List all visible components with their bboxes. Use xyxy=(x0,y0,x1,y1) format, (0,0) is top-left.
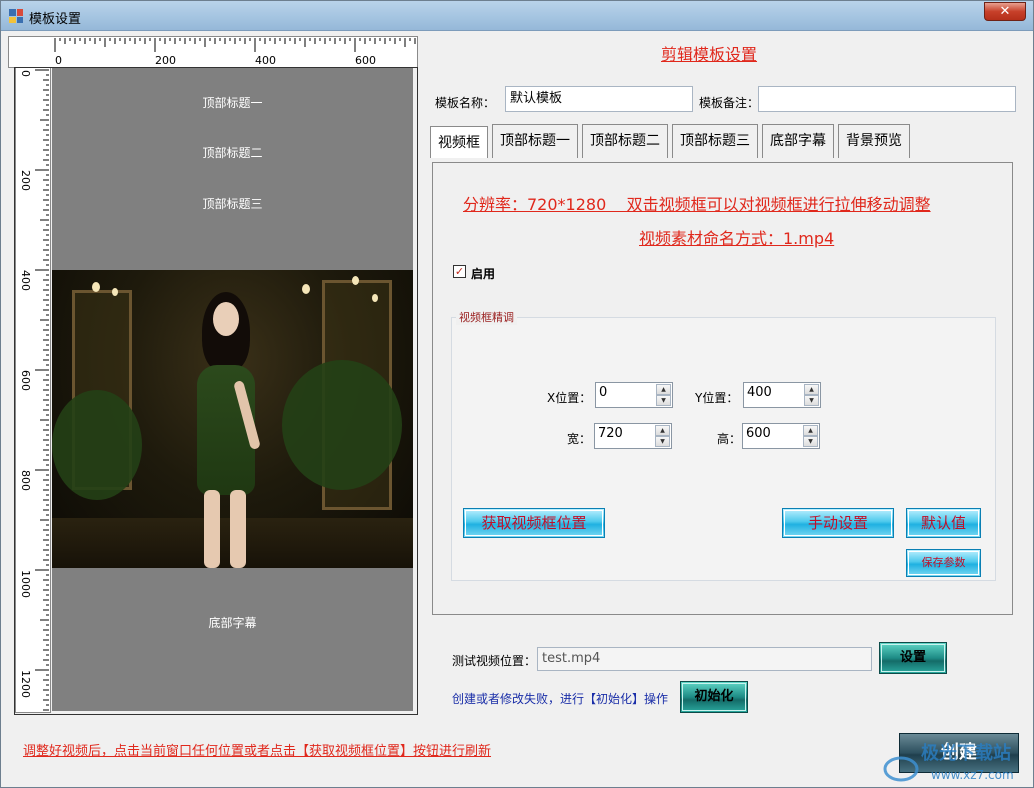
initialize-button[interactable]: 初始化 xyxy=(680,681,748,713)
video-scene-light xyxy=(92,282,100,292)
resolution-info: 分辨率：720*1280 双击视频框可以对视频框进行拉伸移动调整 xyxy=(463,195,931,214)
template-name-label: 模板名称： xyxy=(435,96,496,110)
x-position-value[interactable]: 0 xyxy=(599,385,607,400)
video-scene-light xyxy=(372,294,378,302)
tab-top-title-2[interactable]: 顶部标题二 xyxy=(582,124,668,158)
h-ruler-label-200: 200 xyxy=(155,54,176,67)
enable-checkbox[interactable]: ✓ xyxy=(453,265,466,278)
app-icon xyxy=(9,9,23,23)
get-video-frame-position-button[interactable]: 获取视频框位置 xyxy=(463,508,605,538)
test-video-path-label: 测试视频位置： xyxy=(452,654,537,668)
h-ruler-label-0: 0 xyxy=(55,54,62,67)
width-stepper[interactable]: 720 ▲ ▼ xyxy=(594,423,672,449)
video-scene-person-leg xyxy=(230,490,246,568)
horizontal-ruler-ticks: 0 200 400 600 xyxy=(54,38,416,67)
height-stepper[interactable]: 600 ▲ ▼ xyxy=(742,423,820,449)
set-test-video-button[interactable]: 设置 xyxy=(879,642,947,674)
width-label: 宽： xyxy=(567,432,592,446)
horizontal-ruler: 0 200 400 600 xyxy=(8,36,418,68)
video-scene-light xyxy=(112,288,118,296)
width-value[interactable]: 720 xyxy=(598,426,623,441)
x-position-label: X位置： xyxy=(547,391,592,405)
close-button[interactable]: ✕ xyxy=(984,2,1026,21)
y-position-label: Y位置： xyxy=(695,391,739,405)
title-bar[interactable]: 模板设置 ✕ xyxy=(1,1,1033,31)
test-video-path-input[interactable]: test.mp4 xyxy=(537,647,872,671)
tab-top-title-1[interactable]: 顶部标题一 xyxy=(492,124,578,158)
video-scene-person-face xyxy=(213,302,239,336)
height-label: 高： xyxy=(717,432,742,446)
template-preview-canvas[interactable]: 顶部标题一 顶部标题二 顶部标题三 底部字幕 xyxy=(52,68,413,711)
video-scene-plant-left xyxy=(52,390,142,500)
video-scene-light xyxy=(352,276,359,285)
tab-background-preview[interactable]: 背景预览 xyxy=(838,124,910,158)
manual-settings-button[interactable]: 手动设置 xyxy=(782,508,894,538)
tab-top-title-3[interactable]: 顶部标题三 xyxy=(672,124,758,158)
h-ruler-label-400: 400 xyxy=(255,54,276,67)
tab-bottom-caption[interactable]: 底部字幕 xyxy=(762,124,834,158)
create-button[interactable]: 创建 xyxy=(899,733,1019,773)
video-scene-person-leg xyxy=(204,490,220,568)
x-down-arrow-icon[interactable]: ▼ xyxy=(656,395,671,406)
preview-top-title-1[interactable]: 顶部标题一 xyxy=(52,94,413,111)
default-values-button[interactable]: 默认值 xyxy=(906,508,981,538)
y-down-arrow-icon[interactable]: ▼ xyxy=(804,395,819,406)
preview-bottom-caption[interactable]: 底部字幕 xyxy=(52,614,413,631)
page-heading: 剪辑模板设置 xyxy=(661,45,758,64)
refresh-hint: 调整好视频后，点击当前窗口任何位置或者点击【获取视频框位置】按钮进行刷新 xyxy=(23,744,492,759)
window-title: 模板设置 xyxy=(29,12,82,27)
x-position-stepper[interactable]: 0 ▲ ▼ xyxy=(595,382,673,408)
template-name-input[interactable]: 默认模板 xyxy=(505,86,693,112)
save-params-button[interactable]: 保存参数 xyxy=(906,549,981,577)
video-frame[interactable] xyxy=(52,270,413,568)
y-up-arrow-icon[interactable]: ▲ xyxy=(804,384,819,395)
width-down-arrow-icon[interactable]: ▼ xyxy=(655,436,670,447)
template-note-label: 模板备注： xyxy=(699,96,760,110)
template-settings-window: 模板设置 ✕ 0 200 400 600 0 200 400 600 800 1… xyxy=(0,0,1034,788)
template-note-input[interactable] xyxy=(758,86,1016,112)
width-up-arrow-icon[interactable]: ▲ xyxy=(655,425,670,436)
height-down-arrow-icon[interactable]: ▼ xyxy=(803,436,818,447)
y-position-value[interactable]: 400 xyxy=(747,385,772,400)
naming-rule-info: 视频素材命名方式：1.mp4 xyxy=(639,229,835,248)
video-scene-light xyxy=(302,284,310,294)
height-up-arrow-icon[interactable]: ▲ xyxy=(803,425,818,436)
preview-top-title-2[interactable]: 顶部标题二 xyxy=(52,144,413,161)
height-value[interactable]: 600 xyxy=(746,426,771,441)
enable-checkbox-label[interactable]: 启用 xyxy=(471,265,495,282)
preview-top-title-3[interactable]: 顶部标题三 xyxy=(52,195,413,212)
init-hint: 创建或者修改失败，进行【初始化】操作 xyxy=(452,692,669,706)
h-ruler-label-600: 600 xyxy=(355,54,376,67)
video-scene-plant-right xyxy=(282,360,402,490)
video-frame-tuning-group xyxy=(451,317,996,581)
x-up-arrow-icon[interactable]: ▲ xyxy=(656,384,671,395)
video-frame-tuning-title: 视频框精调 xyxy=(456,309,517,325)
tab-video-frame[interactable]: 视频框 xyxy=(430,126,488,158)
y-position-stepper[interactable]: 400 ▲ ▼ xyxy=(743,382,821,408)
